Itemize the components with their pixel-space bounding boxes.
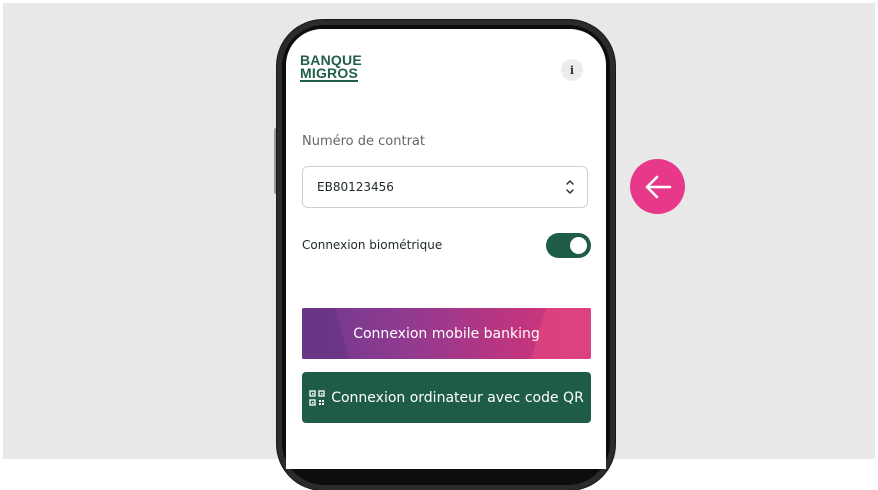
biometric-login-label: Connexion biométrique	[302, 238, 443, 252]
bank-logo: BANQUE MIGROS	[300, 53, 362, 82]
logo-line-2: MIGROS	[300, 65, 358, 82]
contract-number-select[interactable]: EB80123456	[302, 166, 588, 208]
info-button[interactable]: i	[561, 59, 583, 81]
contract-number-value: EB80123456	[317, 180, 394, 194]
phone-screen: BANQUE MIGROS i Numéro de contrat EB8012…	[286, 29, 606, 469]
info-icon: i	[569, 63, 575, 77]
qr-code-login-label: Connexion ordinateur avec code QR	[331, 389, 584, 406]
contract-number-label: Numéro de contrat	[302, 134, 425, 149]
arrow-left-icon	[645, 175, 671, 198]
toggle-knob	[570, 237, 587, 254]
mobile-banking-login-button[interactable]: Connexion mobile banking	[302, 308, 591, 359]
mobile-banking-login-label: Connexion mobile banking	[353, 325, 540, 342]
qr-code-login-button[interactable]: Connexion ordinateur avec code QR	[302, 372, 591, 423]
chevron-up-down-icon	[566, 180, 574, 194]
back-arrow-button[interactable]	[630, 159, 685, 214]
qr-code-icon	[309, 389, 325, 406]
biometric-login-toggle[interactable]	[546, 233, 591, 258]
